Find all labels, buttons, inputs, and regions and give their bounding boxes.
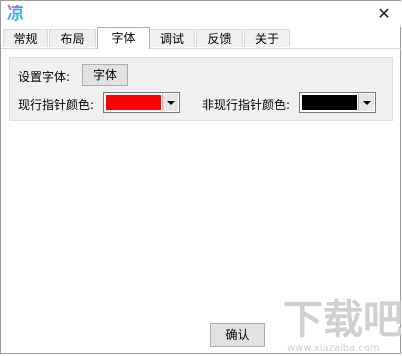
close-button[interactable]: ✕ [373, 4, 395, 24]
chevron-down-icon[interactable] [358, 94, 374, 111]
font-settings-group: 设置字体: 字体 现行指针颜色: 非现行指针颜色: [9, 57, 393, 121]
other-pointer-color-select[interactable] [299, 92, 376, 113]
font-button[interactable]: 字体 [82, 64, 128, 86]
tab-general[interactable]: 常规 [3, 29, 48, 47]
app-logo-icon: 凉 [7, 4, 24, 24]
other-pointer-color-swatch [302, 95, 357, 110]
title-bar: 凉 ✕ [1, 1, 401, 27]
current-pointer-color-swatch [106, 95, 161, 110]
set-font-label: 设置字体: [18, 70, 71, 84]
chevron-down-icon[interactable] [162, 94, 178, 111]
tab-feedback[interactable]: 反馈 [196, 29, 243, 47]
watermark-subtext: www.xiazaiba.com [287, 343, 380, 354]
tab-about[interactable]: 关于 [244, 29, 290, 47]
current-pointer-color-select[interactable] [103, 92, 180, 113]
tab-debug[interactable]: 调试 [149, 29, 195, 47]
settings-window: 凉 ✕ 常规 布局 字体 调试 反馈 关于 设置字体: 字体 现行指针颜色: 非… [0, 0, 401, 354]
other-pointer-color-label: 非现行指针颜色: [202, 98, 291, 112]
ok-button[interactable]: 确认 [210, 323, 265, 347]
tab-divider [1, 48, 401, 49]
current-pointer-color-label: 现行指针颜色: [18, 98, 95, 112]
tab-font[interactable]: 字体 [97, 27, 150, 49]
watermark-logo-icon: 下载吧 www.xiazaiba.com [283, 297, 401, 354]
watermark-text: 下载吧 [283, 297, 401, 343]
tab-strip: 常规 布局 字体 调试 反馈 关于 [1, 27, 401, 49]
tab-layout[interactable]: 布局 [49, 29, 96, 47]
